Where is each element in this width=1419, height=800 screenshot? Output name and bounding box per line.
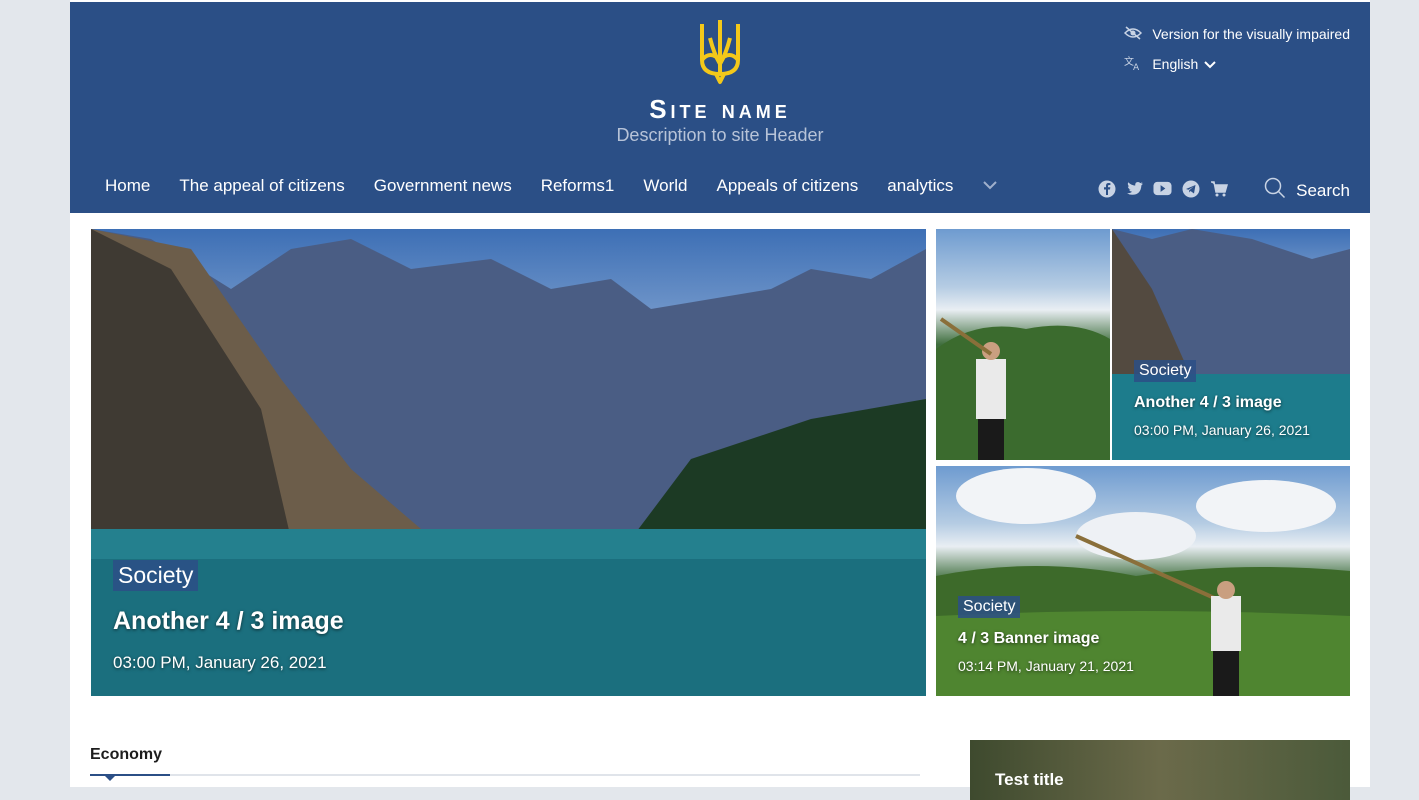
- nav-item-analytics[interactable]: analytics: [887, 176, 953, 196]
- article-date: 03:00 PM, January 26, 2021: [1134, 422, 1310, 438]
- site-description: Description to site Header: [616, 125, 824, 145]
- featured-card-main[interactable]: Society Another 4 / 3 image 03:00 PM, Ja…: [91, 229, 926, 696]
- article-date: 03:14 PM, January 21, 2021: [958, 658, 1134, 674]
- nav-item-world[interactable]: World: [643, 176, 687, 196]
- search-label: Search: [1296, 180, 1350, 200]
- twitter-icon[interactable]: [1125, 179, 1144, 198]
- visually-impaired-link[interactable]: Version for the visually impaired: [1124, 24, 1350, 44]
- article-title[interactable]: Another 4 / 3 image: [113, 607, 344, 636]
- page: Site name Description to site Header Ver…: [70, 0, 1370, 800]
- youtube-icon[interactable]: [1153, 179, 1172, 198]
- facebook-icon[interactable]: [1097, 179, 1116, 198]
- site-header: Site name Description to site Header Ver…: [70, 2, 1370, 213]
- trident-emblem-icon[interactable]: [696, 16, 744, 86]
- section-divider: [90, 774, 920, 776]
- nav-item-home[interactable]: Home: [105, 176, 150, 196]
- search-button[interactable]: Search: [1264, 177, 1350, 204]
- nav-item-reforms1[interactable]: Reforms1: [541, 176, 615, 196]
- eye-off-icon: [1124, 25, 1152, 43]
- nav-item-government-news[interactable]: Government news: [374, 176, 512, 196]
- article-date: 03:00 PM, January 26, 2021: [113, 653, 327, 672]
- article-title[interactable]: Another 4 / 3 image: [1134, 394, 1282, 412]
- section-tab-economy[interactable]: Economy: [90, 746, 162, 764]
- featured-card-bottom-right[interactable]: Society 4 / 3 Banner image 03:14 PM, Jan…: [936, 466, 1350, 696]
- article-title[interactable]: 4 / 3 Banner image: [958, 630, 1099, 648]
- chevron-down-icon: [1204, 56, 1226, 72]
- category-badge[interactable]: Society: [1134, 360, 1197, 382]
- featured-card-top-right[interactable]: Society Another 4 / 3 image 03:00 PM, Ja…: [1112, 229, 1350, 460]
- visually-impaired-label: Version for the visually impaired: [1152, 26, 1350, 42]
- cart-icon[interactable]: [1209, 179, 1228, 198]
- translate-icon: 文A: [1124, 55, 1152, 74]
- thumbnail-horn-player[interactable]: [936, 229, 1110, 460]
- section-tab-indicator: [90, 774, 170, 776]
- nav-item-appeals-of-citizens[interactable]: Appeals of citizens: [716, 176, 858, 196]
- header-top-links: Version for the visually impaired 文A Eng…: [1124, 24, 1350, 84]
- language-label: English: [1152, 56, 1199, 72]
- tab-arrow-icon: [105, 776, 115, 781]
- telegram-icon[interactable]: [1181, 179, 1200, 198]
- svg-text:A: A: [1133, 63, 1140, 71]
- main-nav: Home The appeal of citizens Government n…: [105, 176, 998, 196]
- side-card-title[interactable]: Test title: [995, 770, 1064, 790]
- nav-item-appeal-of-citizens[interactable]: The appeal of citizens: [179, 176, 344, 196]
- side-card[interactable]: Test title: [970, 740, 1350, 800]
- language-selector[interactable]: 文A English: [1124, 54, 1350, 74]
- category-badge[interactable]: Society: [958, 596, 1021, 618]
- nav-more-chevron-icon[interactable]: [982, 177, 998, 195]
- search-icon: [1264, 177, 1296, 204]
- social-links: [1097, 179, 1228, 198]
- site-name[interactable]: Site name: [70, 94, 1370, 125]
- category-badge[interactable]: Society: [113, 560, 199, 591]
